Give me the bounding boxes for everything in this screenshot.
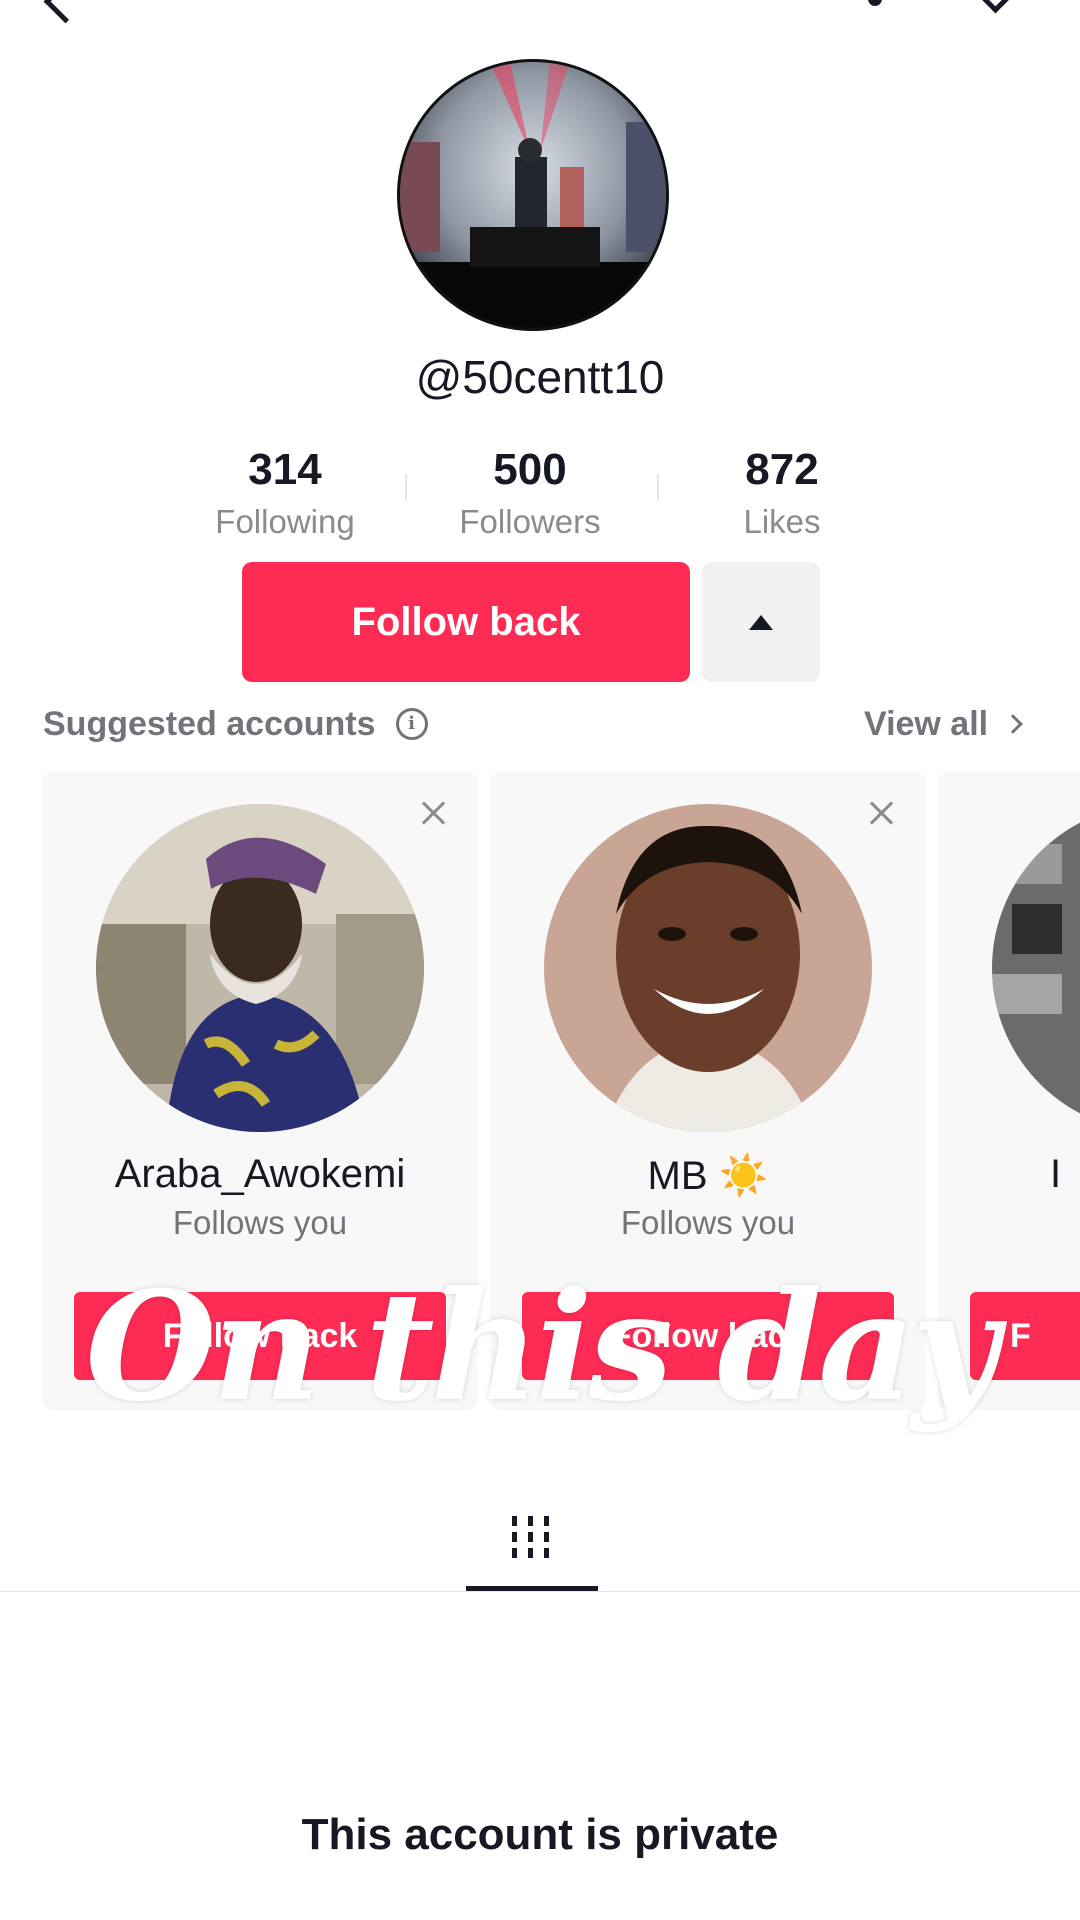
suggested-toggle-button[interactable] xyxy=(702,562,820,682)
suggested-name: Araba_Awokemi xyxy=(114,1152,406,1196)
info-icon[interactable]: i xyxy=(395,708,428,740)
suggested-subtitle: Follows you xyxy=(620,1204,796,1241)
grid-icon[interactable] xyxy=(508,1514,554,1560)
following-label: Following xyxy=(215,503,355,540)
share-icon[interactable] xyxy=(973,0,1018,14)
tab-divider xyxy=(0,1591,1080,1592)
private-account-message: This account is private xyxy=(301,1810,779,1859)
following-count: 314 xyxy=(248,445,322,494)
chevron-right-icon xyxy=(1003,714,1024,734)
likes-stat[interactable]: 872 Likes xyxy=(652,444,912,544)
on-this-day-overlay: On this day xyxy=(85,1259,998,1435)
view-all-link[interactable]: View all xyxy=(864,702,1024,746)
close-icon[interactable] xyxy=(866,798,896,828)
suggested-subtitle: Follows you xyxy=(172,1204,348,1241)
caret-up-icon xyxy=(749,614,773,630)
followers-count: 500 xyxy=(493,445,567,494)
close-icon[interactable] xyxy=(418,798,448,828)
profile-username: @50centt10 xyxy=(415,351,665,403)
suggested-name: I xyxy=(1050,1152,1062,1196)
follow-back-button[interactable]: Follow back xyxy=(242,562,690,682)
followers-label: Followers xyxy=(459,503,601,540)
suggested-accounts-header: Suggested accounts i xyxy=(43,702,428,746)
back-icon[interactable] xyxy=(43,0,88,24)
likes-label: Likes xyxy=(743,503,821,540)
view-all-label: View all xyxy=(864,705,989,743)
notification-icon[interactable] xyxy=(868,0,882,6)
suggested-name: MB ☀️ xyxy=(647,1154,769,1198)
followers-stat[interactable]: 500 Followers xyxy=(400,444,660,544)
suggested-avatar[interactable] xyxy=(544,804,872,1132)
likes-count: 872 xyxy=(745,445,819,494)
suggested-accounts-title: Suggested accounts xyxy=(43,705,376,743)
suggested-avatar[interactable] xyxy=(992,804,1080,1132)
following-stat[interactable]: 314 Following xyxy=(155,444,415,544)
suggested-avatar[interactable] xyxy=(96,804,424,1132)
profile-avatar[interactable] xyxy=(400,62,666,328)
